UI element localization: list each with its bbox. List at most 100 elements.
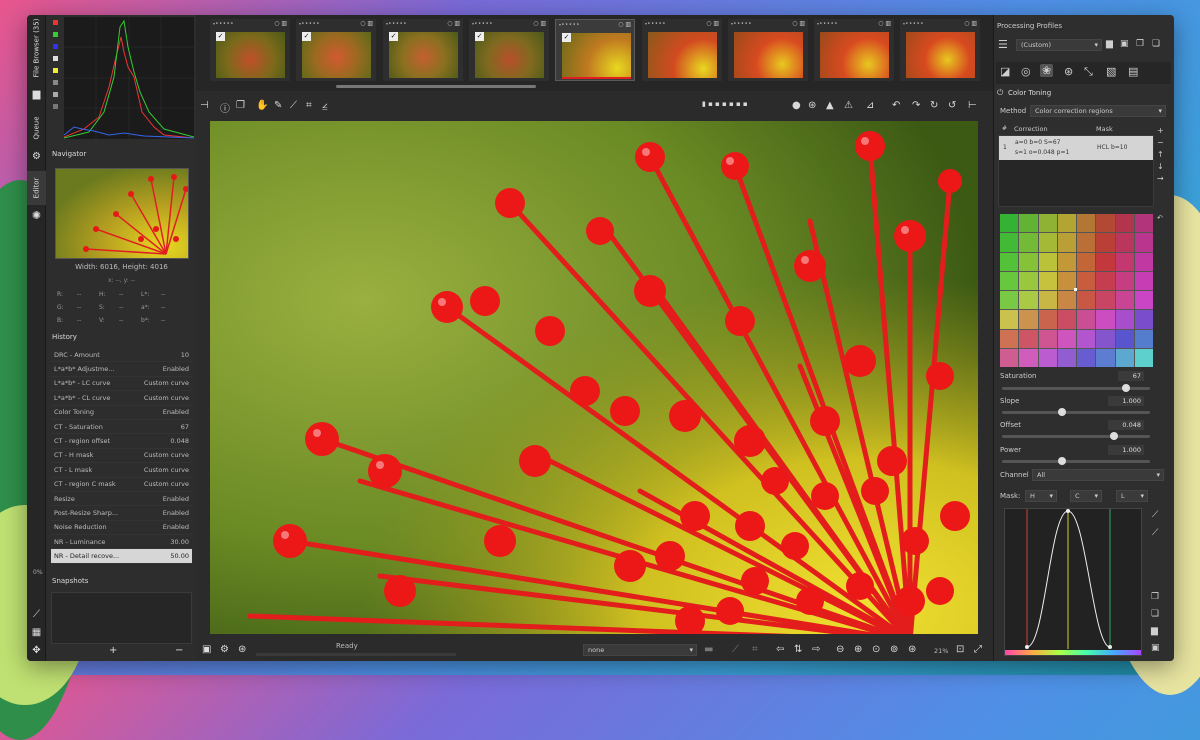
thumbnail[interactable]: 🞄⋆⋆⋆⋆⋆ ○ ▥ (728, 19, 808, 81)
bar-toggle[interactable] (53, 92, 58, 97)
warning-icon[interactable]: ▲ (826, 100, 834, 111)
snapshots-list[interactable] (51, 592, 192, 644)
color-grid-cell[interactable] (1096, 329, 1115, 348)
color-grid-cell[interactable] (1115, 291, 1134, 310)
color-grid-cell[interactable] (1096, 271, 1115, 290)
open-profile-icon[interactable]: ▆ (1106, 39, 1113, 49)
queue-icon[interactable]: ⚙ (220, 644, 229, 655)
trash-icon[interactable]: ○ ▥ (360, 20, 373, 28)
folder-icon[interactable]: ▆ (27, 87, 46, 101)
power-slider[interactable] (1002, 457, 1150, 465)
color-picker-icon[interactable]: ⟋ (290, 100, 297, 111)
history-item[interactable]: L*a*b* - LC curve Custom curve (51, 377, 192, 392)
color-grid-cell[interactable] (1000, 348, 1019, 367)
curve-pick-icon[interactable]: ⟋ (1152, 528, 1158, 538)
aperture-icon[interactable]: ✺ (27, 207, 46, 223)
color-grid-cell[interactable] (1038, 252, 1057, 271)
move-icon[interactable]: ✥ (27, 643, 46, 657)
color-grid-cell[interactable] (1115, 329, 1134, 348)
color-grid-cell[interactable] (1038, 348, 1057, 367)
history-item[interactable]: CT - Saturation 67 (51, 420, 192, 435)
color-grid-cell[interactable] (1077, 233, 1096, 252)
raw-toggle[interactable] (53, 80, 58, 85)
color-grid-cell[interactable] (1000, 310, 1019, 329)
color-grid-cell[interactable] (1000, 271, 1019, 290)
color-grid-cell[interactable] (1057, 252, 1076, 271)
thumbnail[interactable]: 🞄⋆⋆⋆⋆⋆ ○ ▥ (642, 19, 722, 81)
before-after-icon[interactable]: ❐ (236, 100, 245, 111)
crop-tool-icon[interactable]: ⟋ (27, 607, 46, 621)
next-icon[interactable]: ⇨ (812, 644, 820, 655)
rotate-left-icon[interactable]: ↶ (892, 100, 900, 111)
add-snapshot-button[interactable]: + (109, 645, 117, 656)
trash-icon[interactable]: ○ ▥ (533, 20, 546, 28)
trash-icon[interactable]: ○ ▥ (447, 20, 460, 28)
profile-list-icon[interactable]: ☰ (998, 38, 1008, 51)
trash-icon[interactable]: ○ ▥ (706, 20, 719, 28)
color-grid-cell[interactable] (1019, 214, 1038, 233)
color-grid-cell[interactable] (1077, 348, 1096, 367)
color-grid-cell[interactable] (1077, 310, 1096, 329)
saturation-knob[interactable] (1122, 384, 1130, 392)
thumbnail[interactable]: 🞄⋆⋆⋆⋆⋆ ○ ▥ (900, 19, 980, 81)
offset-value[interactable]: 0.048 (1108, 420, 1144, 430)
copy-curve-icon[interactable]: ❐ (1151, 592, 1159, 602)
thumbnail[interactable]: 🞄⋆⋆⋆⋆⋆ ○ ▥ (814, 19, 894, 81)
color-grid-cell[interactable] (1134, 291, 1153, 310)
save-curve-icon[interactable]: ▣ (1151, 643, 1160, 653)
color-grid-cell[interactable] (1115, 271, 1134, 290)
profile-icon[interactable]: ▬ (704, 644, 713, 655)
color-grid-cell[interactable] (1115, 233, 1134, 252)
thumbnail[interactable]: 🞄⋆⋆⋆⋆⋆ ○ ▥ ✓ (383, 19, 463, 81)
film-icon[interactable]: 🞄⋆⋆⋆⋆⋆ (386, 20, 407, 28)
raw-tab-icon[interactable]: ▧ (1106, 65, 1116, 78)
sync-icon[interactable]: ⇅ (794, 644, 802, 655)
color-grid-cell[interactable] (1077, 271, 1096, 290)
crop-off-icon[interactable]: ⌗ (752, 644, 758, 655)
detail-tab-icon[interactable]: ◎ (1021, 65, 1031, 78)
undo-icon[interactable]: ↺ (948, 100, 956, 111)
thumbnail[interactable]: 🞄⋆⋆⋆⋆⋆ ○ ▥ ✓ (296, 19, 376, 81)
color-grid-cell[interactable] (1134, 271, 1153, 290)
fullscreen-icon[interactable]: ⤢ (974, 644, 982, 655)
reset-icon[interactable]: ↶ (1157, 214, 1163, 222)
zoom-100-icon[interactable]: ⊚ (890, 644, 898, 655)
color-grid-cell[interactable] (1134, 348, 1153, 367)
trash-icon[interactable]: ○ ▥ (964, 20, 977, 28)
film-icon[interactable]: 🞄⋆⋆⋆⋆⋆ (559, 21, 580, 29)
color-grid-cell[interactable] (1019, 348, 1038, 367)
save-icon[interactable]: ▣ (202, 644, 211, 655)
saturation-slider[interactable] (1002, 384, 1150, 392)
thumbnail[interactable]: 🞄⋆⋆⋆⋆⋆ ○ ▥ ✓ (210, 19, 290, 81)
move-down-icon[interactable]: ↓ (1157, 161, 1164, 173)
color-grid-cell[interactable] (1077, 252, 1096, 271)
blue-channel-toggle[interactable] (53, 44, 58, 49)
color-grid-cell[interactable] (1019, 252, 1038, 271)
color-grid-cell[interactable] (1096, 310, 1115, 329)
history-item[interactable]: Color Toning Enabled (51, 406, 192, 420)
external-editor-icon[interactable]: ⊛ (238, 644, 246, 655)
hide-left-panel-icon[interactable]: ⊣ (200, 100, 209, 111)
history-item[interactable]: Noise Reduction Enabled (51, 521, 192, 536)
history-item[interactable]: CT - L mask Custom curve (51, 463, 192, 478)
color-grid-cell[interactable] (1134, 310, 1153, 329)
histogram-toggle-icon[interactable]: ⊿ (866, 100, 874, 111)
exposure-tab-icon[interactable]: ◪ (1000, 65, 1010, 78)
preview-mode-toggles[interactable]: ▮ ▪ ▪ ▪ ▪ ▪ ▪ (702, 100, 748, 108)
save-profile-icon[interactable]: ▣ (1120, 39, 1129, 49)
mask-curve-editor[interactable] (1004, 508, 1142, 656)
color-grid-cell[interactable] (1096, 233, 1115, 252)
history-item[interactable]: L*a*b* - CL curve Custom curve (51, 391, 192, 406)
color-grid-cell[interactable] (1134, 252, 1153, 271)
navigator-preview[interactable] (55, 168, 189, 259)
color-grid-cell[interactable] (1134, 233, 1153, 252)
copy-region-icon[interactable]: → (1157, 173, 1164, 185)
gears-icon[interactable]: ⚙ (27, 149, 46, 163)
flip-icon[interactable]: ↻ (930, 100, 938, 111)
color-grid-cell[interactable] (1077, 329, 1096, 348)
color-grid-cell[interactable] (1115, 348, 1134, 367)
transform-tab-icon[interactable]: ⤡ (1084, 65, 1093, 79)
color-grid-cell[interactable] (1096, 252, 1115, 271)
move-up-icon[interactable]: ↑ (1157, 149, 1164, 161)
color-grid-cell[interactable] (1057, 233, 1076, 252)
